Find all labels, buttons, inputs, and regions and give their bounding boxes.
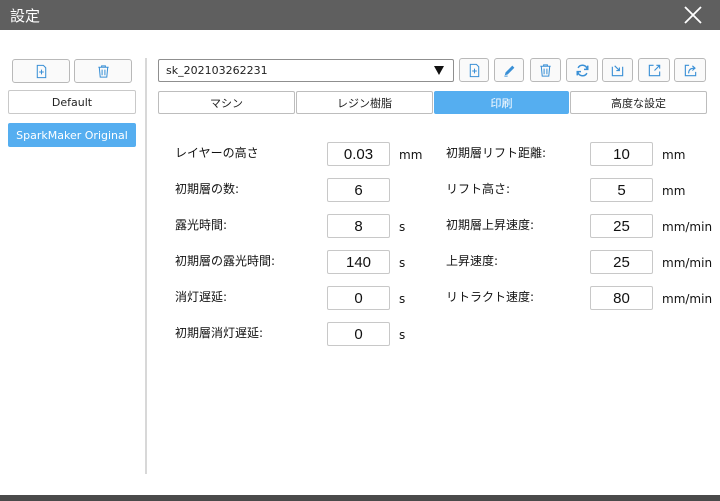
initial-lift-distance-label: 初期層リフト距離: [446,146,547,160]
initial-lift-distance-input[interactable]: 10 [590,142,653,166]
share-preset-button[interactable] [674,58,706,82]
panel-divider [145,58,147,474]
initial-layers-label: 初期層の数: [175,182,240,196]
lift-height-unit: mm [662,184,686,198]
initial-layers-input[interactable]: 6 [327,178,390,202]
lift-speed-input[interactable]: 25 [590,250,653,274]
exposure-time-label: 露光時間: [175,218,228,232]
layer-height-unit: mm [399,148,423,162]
import-preset-button[interactable] [602,58,633,82]
add-profile-button[interactable] [12,59,70,83]
close-button[interactable] [682,4,704,26]
close-icon [684,6,702,24]
initial-exposure-time-input[interactable]: 140 [327,250,390,274]
refresh-preset-button[interactable] [566,58,598,82]
initial-exposure-time-unit: s [399,256,406,270]
retract-speed-input[interactable]: 80 [590,286,653,310]
lift-height-label: リフト高さ: [446,182,511,196]
light-off-delay-label: 消灯遅延: [175,290,228,304]
tab-print[interactable]: 印刷 [434,91,569,114]
layer-height-label: レイヤーの高さ [175,146,259,160]
delete-preset-button[interactable] [530,58,561,82]
tab-machine[interactable]: マシン [158,91,295,114]
retract-speed-unit: mm/min [662,292,713,306]
window-title: 設定 [10,7,41,25]
export-icon [648,64,660,76]
import-icon [611,64,624,76]
initial-lift-speed-input[interactable]: 25 [590,214,653,238]
initial-light-off-delay-label: 初期層消灯遅延: [175,326,264,340]
profile-item-default[interactable]: Default [8,90,136,114]
share-icon [684,64,696,76]
initial-lift-speed-label: 初期層上昇速度: [446,218,535,232]
add-preset-button[interactable] [459,58,489,82]
exposure-time-input[interactable]: 8 [327,214,390,238]
tab-advanced[interactable]: 高度な設定 [570,91,707,114]
edit-preset-button[interactable] [494,58,524,82]
initial-light-off-delay-unit: s [399,328,406,342]
export-preset-button[interactable] [638,58,670,82]
initial-lift-speed-unit: mm/min [662,220,713,234]
exposure-time-unit: s [399,220,406,234]
refresh-icon [576,64,588,76]
layer-height-input[interactable]: 0.03 [327,142,390,166]
trash-icon [540,63,551,77]
window-bottom-edge [0,495,720,501]
light-off-delay-unit: s [399,292,406,306]
initial-exposure-time-label: 初期層の露光時間: [175,254,276,268]
delete-profile-button[interactable] [74,59,132,83]
lift-height-input[interactable]: 5 [590,178,653,202]
retract-speed-label: リトラクト速度: [446,290,535,304]
lift-speed-unit: mm/min [662,256,713,270]
add-file-icon [469,63,479,77]
preset-select[interactable]: sk_202103262231 [158,59,454,82]
add-file-icon [36,64,46,78]
preset-select-value: sk_202103262231 [166,64,268,77]
lift-speed-label: 上昇速度: [446,254,499,268]
initial-light-off-delay-input[interactable]: 0 [327,322,390,346]
light-off-delay-input[interactable]: 0 [327,286,390,310]
dropdown-arrow-icon [434,66,444,75]
trash-icon [97,64,109,78]
initial-lift-distance-unit: mm [662,148,686,162]
title-bar: 設定 [0,0,720,30]
profile-item-sparkmaker-original[interactable]: SparkMaker Original [8,123,136,147]
pencil-icon [503,65,514,77]
tab-resin[interactable]: レジン樹脂 [296,91,433,114]
